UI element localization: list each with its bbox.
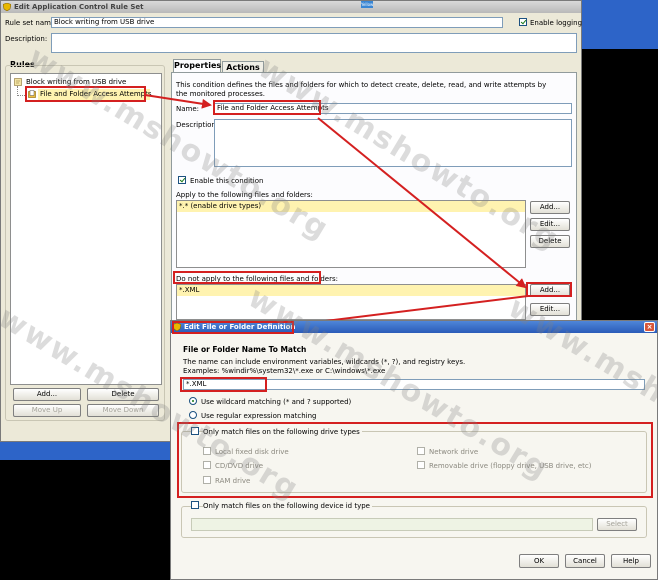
exclude-files-list[interactable]: *.XML	[176, 284, 526, 320]
regex-radio-label: Use regular expression matching	[201, 412, 317, 420]
top-badge: Yellow	[361, 1, 374, 8]
list-item[interactable]: *.XML	[177, 285, 525, 296]
rules-tree[interactable]: Block writing from USB drive File and Fo…	[10, 73, 162, 385]
rule-set-dialog-titlebar[interactable]: Edit Application Control Rule Set	[1, 1, 581, 13]
file-dialog-title-highlight	[172, 321, 294, 334]
apply-files-list[interactable]: *.* (enable drive types)	[176, 200, 526, 268]
drive-types-highlight	[177, 422, 653, 498]
close-button[interactable]: ×	[644, 322, 655, 332]
desktop-background-bottom	[0, 442, 170, 460]
exclude-label-highlight	[173, 271, 321, 284]
tree-connector	[17, 86, 25, 96]
file-dialog-help-line2: Examples: %windir%\system32\*.exe or C:\…	[183, 367, 386, 375]
file-dialog-heading: File or Folder Name To Match	[183, 345, 307, 354]
rule-set-dialog-title: Edit Application Control Rule Set	[14, 3, 144, 11]
add-rule-button[interactable]: Add...	[13, 388, 81, 401]
exclude-edit-button[interactable]: Edit...	[530, 303, 570, 316]
regex-radio[interactable]	[189, 411, 197, 419]
tab-properties[interactable]: Properties	[173, 59, 221, 73]
exclude-add-highlight	[526, 282, 572, 297]
tree-child-highlight	[25, 86, 146, 102]
apply-delete-button[interactable]: Delete	[530, 235, 570, 248]
device-id-input[interactable]	[191, 518, 593, 531]
cancel-button[interactable]: Cancel	[565, 554, 605, 568]
enable-logging-label: Enable logging	[530, 19, 583, 27]
file-dialog-help-line1: The name can include environment variabl…	[183, 358, 466, 366]
rule-set-name-input[interactable]: Block writing from USB drive	[51, 17, 503, 28]
select-device-button[interactable]: Select	[597, 518, 637, 531]
desktop-background-dark	[582, 49, 658, 321]
list-item[interactable]: *.* (enable drive types)	[177, 201, 525, 212]
condition-intro-text: This condition defines the files and fol…	[176, 81, 547, 98]
move-down-button[interactable]: Move Down	[87, 404, 159, 417]
move-up-button[interactable]: Move Up	[13, 404, 81, 417]
close-icon: ×	[646, 323, 653, 331]
file-definition-dialog: Edit File or Folder Definition × File or…	[170, 320, 658, 580]
enable-condition-label: Enable this condition	[190, 177, 264, 185]
wildcard-radio-label: Use wildcard matching (* and ? supported…	[201, 398, 352, 406]
rule-set-icon	[14, 78, 22, 86]
rule-set-description-input[interactable]	[51, 33, 577, 53]
enable-logging-checkbox[interactable]	[519, 18, 527, 26]
apply-edit-button[interactable]: Edit...	[530, 218, 570, 231]
name-label: Name:	[176, 105, 200, 113]
apply-files-label: Apply to the following files and folders…	[176, 191, 313, 199]
device-id-checkbox[interactable]	[191, 501, 199, 509]
wildcard-radio[interactable]	[189, 397, 197, 405]
delete-rule-button[interactable]: Delete	[87, 388, 159, 401]
name-input-highlight	[213, 100, 321, 115]
description-label: Description:	[5, 35, 48, 43]
rule-set-name-label: Rule set name:	[5, 19, 58, 27]
condition-description-input[interactable]	[214, 119, 572, 167]
apply-add-button[interactable]: Add...	[530, 201, 570, 214]
tree-root-item[interactable]: Block writing from USB drive	[26, 78, 126, 86]
shield-icon	[3, 3, 11, 11]
device-id-label: Only match files on the following device…	[203, 502, 372, 510]
condition-description-label: Description:	[176, 121, 219, 129]
help-button[interactable]: Help	[611, 554, 651, 568]
file-name-highlight	[180, 377, 267, 392]
ok-button[interactable]: OK	[519, 554, 559, 568]
desktop-background	[582, 0, 658, 49]
enable-condition-checkbox[interactable]	[178, 176, 186, 184]
